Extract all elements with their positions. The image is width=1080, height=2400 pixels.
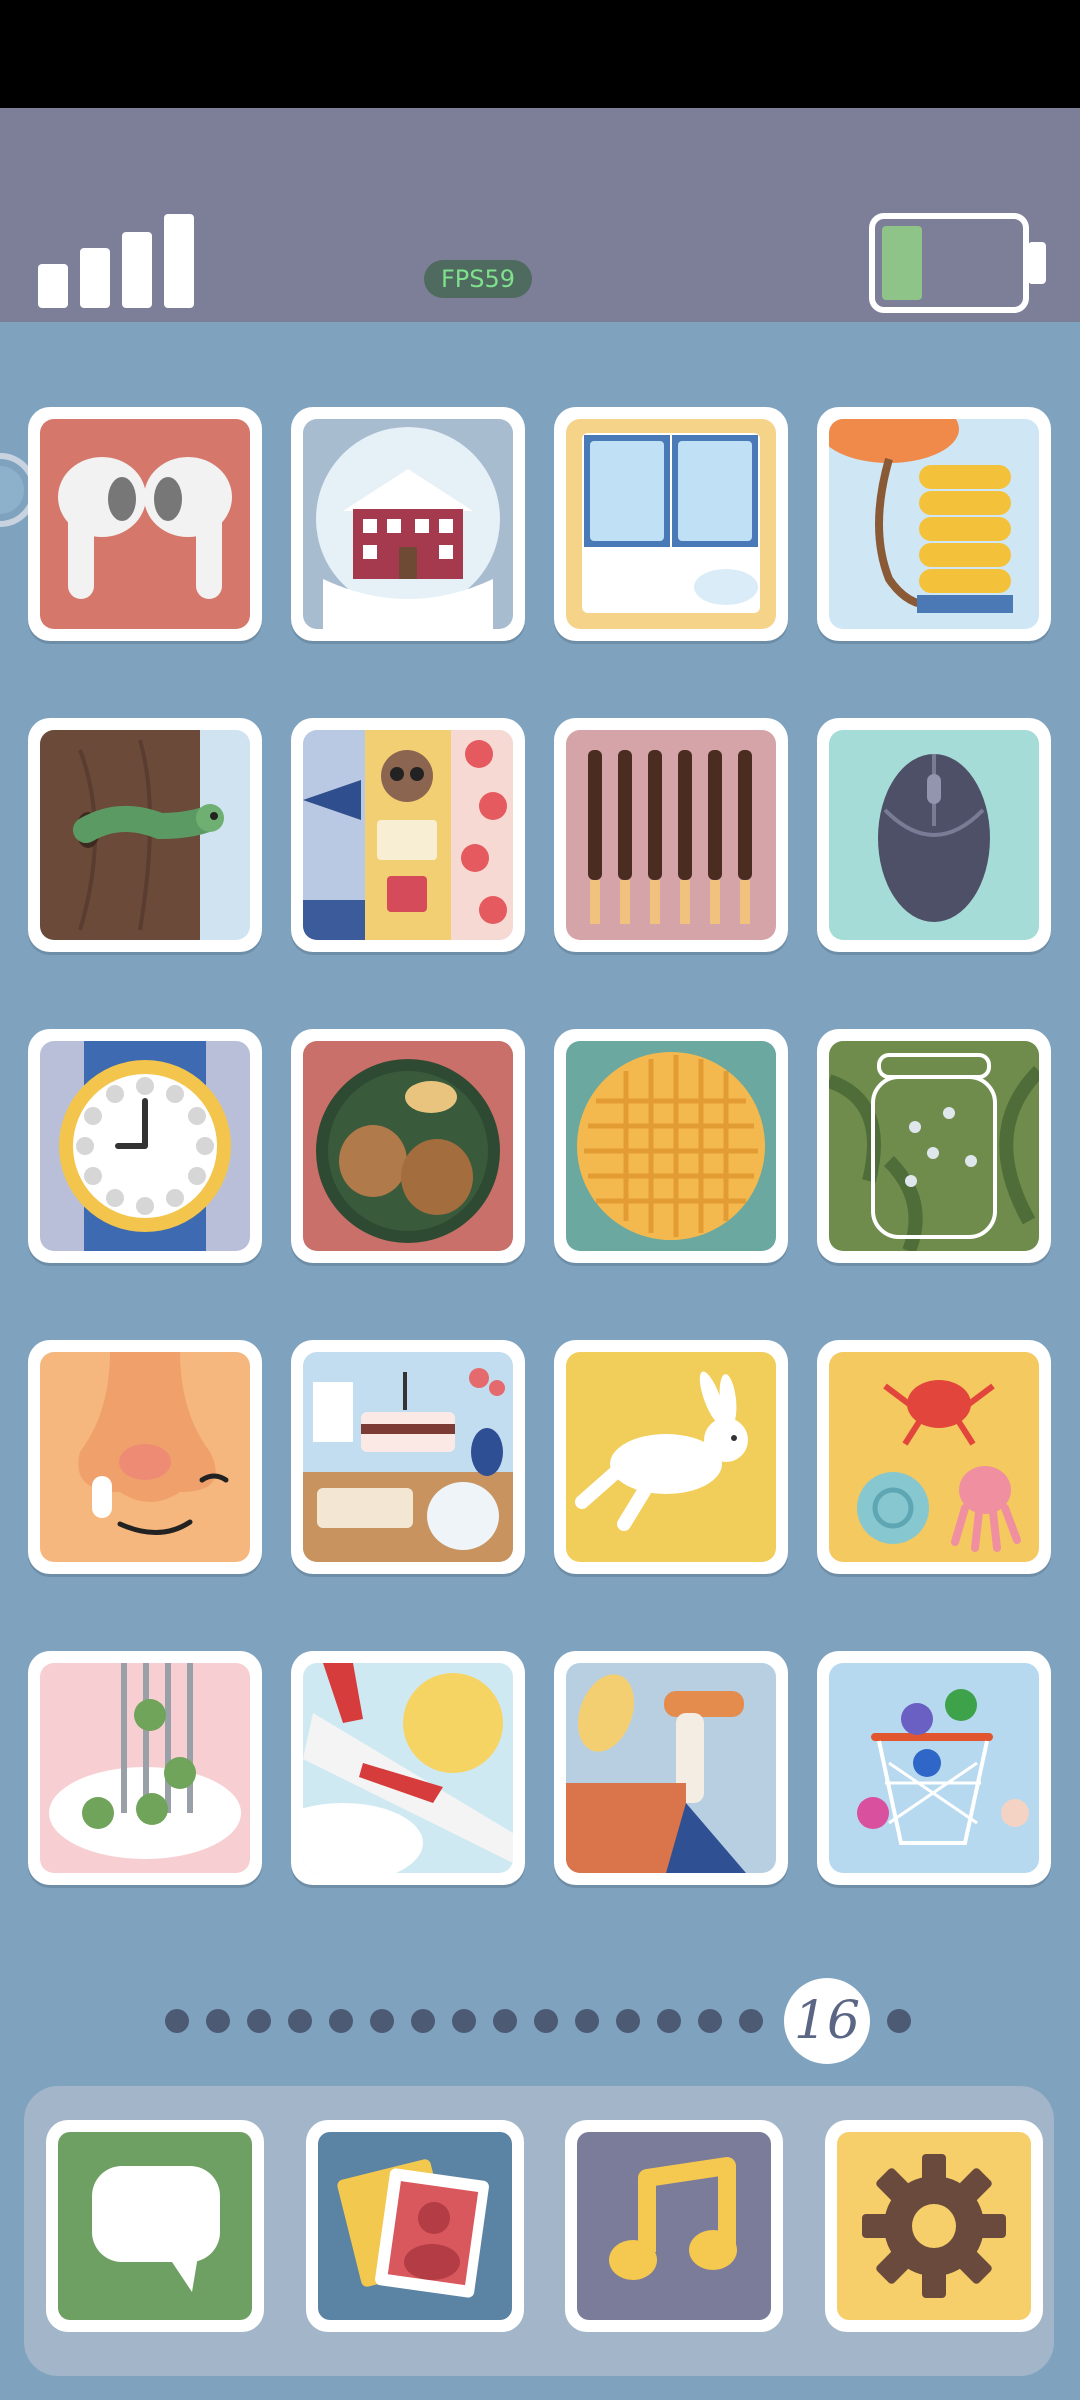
app-nose-face[interactable] (28, 1340, 262, 1574)
current-page-indicator[interactable]: 16 (784, 1978, 870, 2064)
app-chocolate-sticks[interactable] (554, 718, 788, 952)
page-dot[interactable] (575, 2009, 599, 2033)
page-dot[interactable] (657, 2009, 681, 2033)
signal-bars-icon (38, 214, 194, 308)
earbuds-icon (40, 419, 250, 629)
app-window[interactable] (554, 407, 788, 641)
app-spoon-pot[interactable] (554, 1651, 788, 1885)
birthday-cake-icon (303, 1352, 513, 1562)
settings-gear-icon (837, 2132, 1031, 2320)
app-balloon-pump[interactable] (817, 407, 1051, 641)
dock-app-messages[interactable] (46, 2120, 264, 2332)
page-dot[interactable] (247, 2009, 271, 2033)
page-dot[interactable] (698, 2009, 722, 2033)
app-basketball-hoop[interactable] (817, 1651, 1051, 1885)
window-icon (566, 419, 776, 629)
system-top-bar (0, 0, 1080, 108)
raccoon-strawberry-icon (303, 730, 513, 940)
dock-app-music[interactable] (565, 2120, 783, 2332)
page-dot[interactable] (616, 2009, 640, 2033)
app-fork-peas[interactable] (28, 1651, 262, 1885)
page-dot[interactable] (887, 2009, 911, 2033)
jumping-rabbit-icon (566, 1352, 776, 1562)
app-wrist-watch[interactable] (28, 1029, 262, 1263)
page-dot[interactable] (329, 2009, 353, 2033)
messages-icon (58, 2132, 252, 2320)
sea-creatures-icon (829, 1352, 1039, 1562)
page-dot[interactable] (534, 2009, 558, 2033)
app-snow-globe[interactable] (291, 407, 525, 641)
page-dot[interactable] (411, 2009, 435, 2033)
nose-face-icon (40, 1352, 250, 1562)
tree-worm-icon (40, 730, 250, 940)
dock-app-photos[interactable] (306, 2120, 524, 2332)
app-nuts-plate[interactable] (291, 1029, 525, 1263)
waffle-icon (566, 1041, 776, 1251)
nuts-plate-icon (303, 1041, 513, 1251)
page-dot[interactable] (739, 2009, 763, 2033)
firefly-jar-icon (829, 1041, 1039, 1251)
dock-app-settings[interactable] (825, 2120, 1043, 2332)
page-dot[interactable] (493, 2009, 517, 2033)
page-dot[interactable] (452, 2009, 476, 2033)
app-sea-creatures[interactable] (817, 1340, 1051, 1574)
airplane-wing-icon (303, 1663, 513, 1873)
computer-mouse-icon (829, 730, 1039, 940)
app-tree-worm[interactable] (28, 718, 262, 952)
spoon-pot-icon (566, 1663, 776, 1873)
app-firefly-jar[interactable] (817, 1029, 1051, 1263)
app-raccoon-strawberry[interactable] (291, 718, 525, 952)
page-dot[interactable] (165, 2009, 189, 2033)
music-icon (577, 2132, 771, 2320)
photos-icon (318, 2132, 512, 2320)
snow-globe-house-icon (303, 419, 513, 629)
app-airplane-wing[interactable] (291, 1651, 525, 1885)
page-dot[interactable] (206, 2009, 230, 2033)
app-jumping-rabbit[interactable] (554, 1340, 788, 1574)
app-earbuds[interactable] (28, 407, 262, 641)
basketball-hoop-icon (829, 1663, 1039, 1873)
app-computer-mouse[interactable] (817, 718, 1051, 952)
app-birthday-cake[interactable] (291, 1340, 525, 1574)
wrist-watch-icon (40, 1041, 250, 1251)
app-waffle[interactable] (554, 1029, 788, 1263)
fps-counter: FPS59 (424, 260, 532, 298)
fork-peas-icon (40, 1663, 250, 1873)
page-dot[interactable] (288, 2009, 312, 2033)
balloon-pump-icon (829, 419, 1039, 629)
page-dot[interactable] (370, 2009, 394, 2033)
battery-icon (869, 213, 1046, 313)
chocolate-sticks-icon (566, 730, 776, 940)
